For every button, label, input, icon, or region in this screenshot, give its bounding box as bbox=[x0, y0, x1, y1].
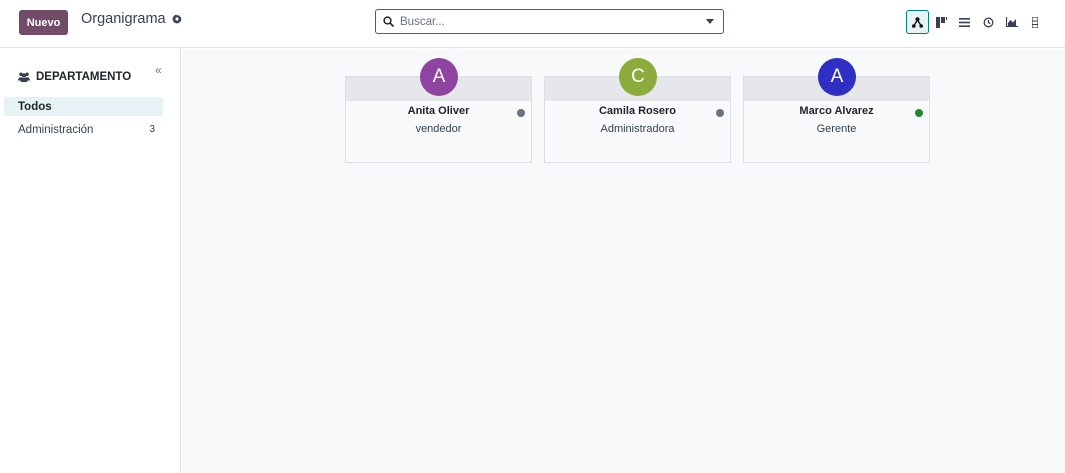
activity-view-button[interactable] bbox=[977, 10, 1000, 34]
employee-name: Marco Alvarez bbox=[799, 105, 874, 117]
search-options-toggle[interactable] bbox=[697, 10, 723, 33]
graph-view-button[interactable] bbox=[1000, 10, 1023, 34]
org-chart-area: Anita Oliver vendedor A Camila Rosero Ad… bbox=[182, 49, 1065, 473]
search-bar bbox=[375, 9, 724, 34]
avatar[interactable]: C bbox=[619, 58, 657, 96]
employee-job: Gerente bbox=[816, 123, 857, 135]
hierarchy-icon bbox=[912, 16, 923, 28]
search-icon bbox=[376, 10, 398, 33]
page-title: Organigrama bbox=[81, 11, 166, 27]
status-dot bbox=[716, 109, 724, 117]
kanban-view-button[interactable] bbox=[930, 10, 953, 34]
caret-down-icon bbox=[706, 19, 714, 24]
view-switcher bbox=[906, 10, 1047, 34]
list-icon bbox=[959, 17, 970, 27]
sidebar-item-count: 3 bbox=[149, 124, 155, 135]
avatar[interactable]: A bbox=[420, 58, 458, 96]
sidebar-item-label: Todos bbox=[18, 100, 52, 113]
pivot-icon bbox=[1032, 16, 1038, 28]
employee-job: Administradora bbox=[600, 123, 675, 135]
graph-icon bbox=[1005, 17, 1018, 27]
avatar[interactable]: A bbox=[818, 58, 856, 96]
activity-icon bbox=[983, 17, 993, 27]
sidebar-item-administracion[interactable]: Administración 3 bbox=[4, 120, 163, 139]
pivot-view-button[interactable] bbox=[1024, 10, 1047, 34]
breadcrumb: Organigrama bbox=[81, 11, 182, 27]
search-input[interactable] bbox=[398, 11, 697, 32]
department-heading-label: DEPARTAMENTO bbox=[36, 71, 132, 83]
sidebar-item-todos[interactable]: Todos bbox=[4, 97, 163, 116]
employee-name: Camila Rosero bbox=[598, 105, 677, 117]
employee-job: vendedor bbox=[415, 123, 462, 135]
department-heading: DEPARTAMENTO bbox=[18, 71, 131, 83]
employee-name: Anita Oliver bbox=[407, 105, 470, 117]
sidebar-item-label: Administración bbox=[18, 123, 94, 136]
gear-icon[interactable] bbox=[171, 14, 182, 24]
control-panel: Nuevo Organigrama bbox=[0, 0, 1065, 48]
users-icon bbox=[18, 72, 30, 82]
searchpanel-sidebar: « DEPARTAMENTO Todos Administración 3 bbox=[0, 49, 181, 473]
list-view-button[interactable] bbox=[953, 10, 976, 34]
status-dot bbox=[915, 109, 923, 117]
hierarchy-view-button[interactable] bbox=[906, 10, 929, 34]
status-dot bbox=[517, 109, 525, 117]
kanban-icon bbox=[935, 16, 947, 28]
new-button[interactable]: Nuevo bbox=[19, 10, 68, 35]
collapse-sidebar-icon[interactable]: « bbox=[155, 63, 162, 77]
